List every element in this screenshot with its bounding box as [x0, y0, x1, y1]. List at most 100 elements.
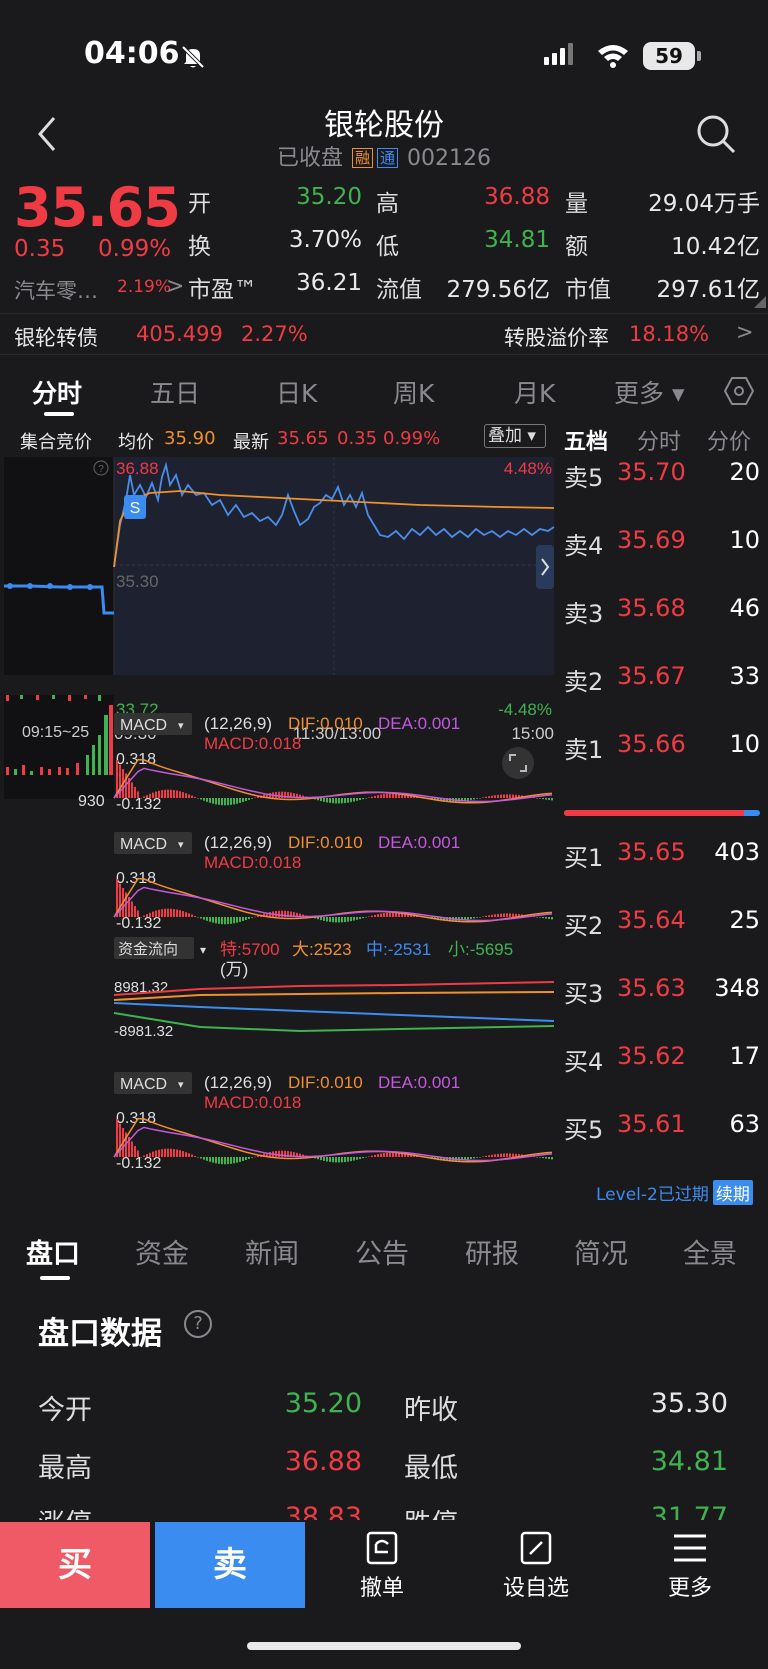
bond-pct: 2.27% [241, 322, 308, 346]
macd-bar [545, 917, 547, 919]
level-price: 35.68 [617, 594, 686, 622]
macd-top-label: 0.318 [116, 870, 156, 887]
macd-bar [191, 914, 193, 917]
edit-icon [520, 1531, 552, 1565]
macd-bar [209, 1157, 211, 1162]
tab-funds[interactable]: 资金 [135, 1232, 189, 1271]
tab-ticks[interactable]: 分时 [637, 424, 681, 456]
macd-bar [365, 1157, 367, 1158]
tab-five-levels[interactable]: 五档 [564, 424, 608, 456]
macd-bar [545, 1157, 547, 1159]
macd-bar [338, 1157, 340, 1163]
expand-handle[interactable] [536, 545, 554, 589]
macd-bar [242, 917, 244, 922]
macd-bar [218, 1157, 220, 1164]
macd-bottom-label: -0.132 [116, 796, 161, 813]
search-icon[interactable] [694, 112, 738, 156]
macd-label: MACD [120, 836, 167, 853]
macd-bar [233, 1157, 235, 1164]
sell-button[interactable]: 卖 [155, 1522, 305, 1608]
macd-bar [359, 1157, 361, 1160]
macd-bar [137, 791, 139, 798]
macd-bar [374, 914, 376, 917]
macd-bar [161, 790, 163, 798]
help-icon[interactable]: ? [184, 1310, 212, 1338]
sector-name[interactable]: 汽车零… [14, 275, 98, 305]
ask-row[interactable]: 卖1 35.66 10 [557, 730, 768, 770]
macd-bar [137, 910, 139, 917]
ask-row[interactable]: 卖4 35.69 10 [557, 526, 768, 566]
macd-bar [149, 793, 151, 798]
chevron-right-icon[interactable]: > [166, 274, 184, 299]
macd-value: MACD:0.018 [204, 1093, 301, 1112]
macd-bar [377, 914, 379, 917]
tab-order-panel[interactable]: 盘口 [26, 1232, 80, 1271]
macd-bar [203, 917, 205, 920]
settings-hex-icon[interactable] [724, 376, 754, 406]
tab-intraday[interactable]: 分时 [32, 374, 82, 410]
macd-bar [359, 798, 361, 801]
macd-bar [191, 1154, 193, 1157]
bid-row[interactable]: 买3 35.63 348 [557, 974, 768, 1014]
level-label: 卖2 [564, 668, 604, 696]
fullscreen-icon[interactable] [502, 747, 534, 779]
bid-row[interactable]: 买5 35.61 63 [557, 1110, 768, 1150]
macd-bar [326, 917, 328, 922]
tab-weekly-k[interactable]: 周K [393, 374, 434, 410]
macd-bar [224, 1157, 226, 1165]
tab-price-dist[interactable]: 分价 [707, 424, 751, 456]
macd-bar [467, 1157, 469, 1160]
home-indicator[interactable] [247, 1642, 521, 1650]
macd-bar [164, 1148, 166, 1157]
macd-bar [332, 917, 334, 923]
macd-bar [230, 917, 232, 924]
tab-daily-k[interactable]: 日K [276, 374, 317, 410]
macd-bar [227, 917, 229, 925]
stock-code: 002126 [407, 146, 492, 171]
macd-bar [215, 917, 217, 924]
macd-bar [164, 908, 166, 917]
add-watchlist-button[interactable]: 设自选 [486, 1530, 586, 1602]
macd-bar [467, 798, 469, 801]
macd-bar [197, 1157, 199, 1158]
macd-bar [188, 1153, 190, 1157]
chart-svg: S ? 36.88 4.48% 35.30 33.72 -4.48% 09:15… [4, 457, 555, 1172]
tab-more[interactable]: 更多 ▾ [614, 374, 685, 410]
macd-bar [368, 1156, 370, 1157]
ask-row[interactable]: 卖3 35.68 46 [557, 594, 768, 634]
tab-news[interactable]: 新闻 [245, 1232, 299, 1271]
macd-bar [179, 1150, 181, 1157]
macd-bar [224, 917, 226, 925]
macd-bar [278, 1150, 280, 1157]
ask-row[interactable]: 卖2 35.67 33 [557, 662, 768, 702]
macd-bar [215, 1157, 217, 1164]
tab-research[interactable]: 研报 [465, 1232, 519, 1271]
more-button[interactable]: 更多 [640, 1530, 740, 1602]
bid-row[interactable]: 买1 35.65 403 [557, 838, 768, 878]
bid-row[interactable]: 买4 35.62 17 [557, 1042, 768, 1082]
convertible-bond-row[interactable]: 银轮转债 405.499 2.27% 转股溢价率 18.18% > [0, 313, 768, 355]
overlay-dropdown[interactable]: 叠加 ▾ [484, 424, 546, 448]
intraday-chart[interactable]: S ? 36.88 4.48% 35.30 33.72 -4.48% 09:15… [0, 455, 555, 1219]
detail-tabs: 盘口 资金 新闻 公告 研报 简况 全景 [0, 1220, 768, 1280]
macd-bar [512, 913, 514, 917]
tab-overview[interactable]: 全景 [683, 1232, 737, 1271]
renew-button[interactable]: 续期 [712, 1180, 753, 1205]
level-volume: 10 [729, 730, 760, 758]
tab-announcements[interactable]: 公告 [355, 1232, 409, 1271]
macd-bar [233, 798, 235, 805]
macd-bar [131, 1141, 133, 1157]
macd-bar [254, 1156, 256, 1158]
tab-monthly-k[interactable]: 月K [514, 374, 555, 410]
macd-bar [353, 1157, 355, 1161]
ask-row[interactable]: 卖5 35.70 20 [557, 458, 768, 498]
corner-fold-icon [754, 296, 766, 308]
tab-profile[interactable]: 简况 [574, 1232, 628, 1271]
chevron-right-icon[interactable]: > [736, 320, 754, 344]
cancel-order-button[interactable]: 撤单 [332, 1530, 432, 1602]
macd-bar [341, 917, 343, 923]
tab-five-day[interactable]: 五日 [150, 374, 200, 410]
bid-row[interactable]: 买2 35.64 25 [557, 906, 768, 946]
macd-bar [179, 791, 181, 798]
buy-button[interactable]: 买 [0, 1522, 150, 1608]
